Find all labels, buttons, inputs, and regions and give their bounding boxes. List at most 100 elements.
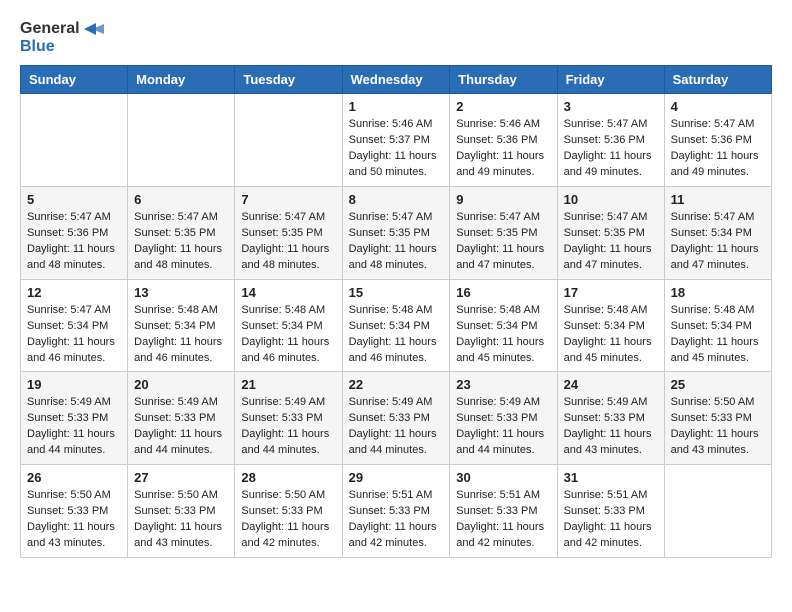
calendar-cell: 30 Sunrise: 5:51 AMSunset: 5:33 PMDayligh… bbox=[450, 465, 557, 558]
sunrise-text: Sunrise: 5:49 AM bbox=[349, 395, 444, 411]
sunrise-text: Sunrise: 5:50 AM bbox=[134, 488, 228, 504]
calendar-cell: 28Sunrise: 5:50 AMSunset: 5:33 PMDayligh… bbox=[235, 465, 342, 558]
day-number: 26 bbox=[27, 470, 121, 485]
daylight-text: Daylight: 11 hours and 44 minutes. bbox=[456, 427, 550, 459]
calendar-cell bbox=[235, 94, 342, 187]
cell-content: Sunrise: 5:48 AMSunset: 5:34 PMDaylight:… bbox=[134, 303, 228, 367]
calendar-week-row: 5Sunrise: 5:47 AMSunset: 5:36 PMDaylight… bbox=[21, 186, 772, 279]
sunset-text: Sunset: 5:33 PM bbox=[27, 411, 121, 427]
sunset-text: Sunset: 5:34 PM bbox=[27, 319, 121, 335]
sunset-text: Sunset: 5:34 PM bbox=[564, 319, 658, 335]
day-number: 8 bbox=[349, 192, 444, 207]
sunrise-text: Sunrise: 5:46 AM bbox=[456, 117, 550, 133]
daylight-text: Daylight: 11 hours and 48 minutes. bbox=[27, 242, 121, 274]
daylight-text: Daylight: 11 hours and 46 minutes. bbox=[241, 335, 335, 367]
cell-content: Sunrise: 5:48 AMSunset: 5:34 PMDaylight:… bbox=[564, 303, 658, 367]
sunrise-text: Sunrise: 5:50 AM bbox=[241, 488, 335, 504]
daylight-text: Daylight: 11 hours and 50 minutes. bbox=[349, 149, 444, 181]
calendar-cell bbox=[21, 94, 128, 187]
sunset-text: Sunset: 5:35 PM bbox=[456, 226, 550, 242]
day-number: 27 bbox=[134, 470, 228, 485]
sunset-text: Sunset: 5:34 PM bbox=[349, 319, 444, 335]
cell-content: Sunrise: 5:47 AMSunset: 5:36 PMDaylight:… bbox=[564, 117, 658, 181]
cell-content: Sunrise: 5:51 AMSunset: 5:33 PMDaylight:… bbox=[564, 488, 658, 552]
sunset-text: Sunset: 5:33 PM bbox=[456, 411, 550, 427]
cell-content: Sunrise: 5:49 AMSunset: 5:33 PMDaylight:… bbox=[564, 395, 658, 459]
day-number: 14 bbox=[241, 285, 335, 300]
daylight-text: Daylight: 11 hours and 49 minutes. bbox=[671, 149, 765, 181]
cell-content: Sunrise: 5:50 AMSunset: 5:33 PMDaylight:… bbox=[27, 488, 121, 552]
weekday-header-friday: Friday bbox=[557, 66, 664, 94]
page-header: General Blue bbox=[20, 20, 772, 55]
sunrise-text: Sunrise: 5:51 AM bbox=[564, 488, 658, 504]
cell-content: Sunrise: 5:49 AMSunset: 5:33 PMDaylight:… bbox=[349, 395, 444, 459]
sunset-text: Sunset: 5:33 PM bbox=[134, 504, 228, 520]
daylight-text: Daylight: 11 hours and 48 minutes. bbox=[349, 242, 444, 274]
sunset-text: Sunset: 5:36 PM bbox=[564, 133, 658, 149]
sunrise-text: Sunrise: 5:47 AM bbox=[564, 117, 658, 133]
day-number: 30 bbox=[456, 470, 550, 485]
calendar-week-row: 1Sunrise: 5:46 AMSunset: 5:37 PMDaylight… bbox=[21, 94, 772, 187]
calendar-cell: 15Sunrise: 5:48 AMSunset: 5:34 PMDayligh… bbox=[342, 279, 450, 372]
daylight-text: Daylight: 11 hours and 43 minutes. bbox=[134, 520, 228, 552]
weekday-header-monday: Monday bbox=[128, 66, 235, 94]
sunset-text: Sunset: 5:33 PM bbox=[564, 504, 658, 520]
daylight-text: Daylight: 11 hours and 43 minutes. bbox=[27, 520, 121, 552]
sunset-text: Sunset: 5:34 PM bbox=[134, 319, 228, 335]
sunrise-text: Sunrise: 5:47 AM bbox=[27, 303, 121, 319]
cell-content: Sunrise: 5:50 AMSunset: 5:33 PMDaylight:… bbox=[671, 395, 765, 459]
cell-content: Sunrise: 5:46 AMSunset: 5:36 PMDaylight:… bbox=[456, 117, 550, 181]
daylight-text: Daylight: 11 hours and 42 minutes. bbox=[456, 520, 550, 552]
cell-content: Sunrise: 5:48 AMSunset: 5:34 PMDaylight:… bbox=[241, 303, 335, 367]
sunset-text: Sunset: 5:35 PM bbox=[241, 226, 335, 242]
sunrise-text: Sunrise: 5:49 AM bbox=[456, 395, 550, 411]
calendar-week-row: 26Sunrise: 5:50 AMSunset: 5:33 PMDayligh… bbox=[21, 465, 772, 558]
calendar-cell: 26 Sunrise: 5:50 AMSunset: 5:33 PMDayligh… bbox=[21, 465, 128, 558]
sunrise-text: Sunrise: 5:47 AM bbox=[671, 210, 765, 226]
daylight-text: Daylight: 11 hours and 48 minutes. bbox=[241, 242, 335, 274]
cell-content: Sunrise: 5:49 AMSunset: 5:33 PMDaylight:… bbox=[241, 395, 335, 459]
calendar-cell: 27 Sunrise: 5:50 AMSunset: 5:33 PMDayligh… bbox=[128, 465, 235, 558]
sunrise-text: Sunrise: 5:47 AM bbox=[241, 210, 335, 226]
sunset-text: Sunset: 5:34 PM bbox=[241, 319, 335, 335]
calendar-cell: 24Sunrise: 5:49 AMSunset: 5:33 PMDayligh… bbox=[557, 372, 664, 465]
calendar-cell: 19Sunrise: 5:49 AMSunset: 5:33 PMDayligh… bbox=[21, 372, 128, 465]
cell-content: Sunrise: 5:47 AMSunset: 5:35 PMDaylight:… bbox=[241, 210, 335, 274]
calendar-table: SundayMondayTuesdayWednesdayThursdayFrid… bbox=[20, 65, 772, 558]
sunrise-text: Sunrise: 5:49 AM bbox=[564, 395, 658, 411]
sunset-text: Sunset: 5:37 PM bbox=[349, 133, 444, 149]
daylight-text: Daylight: 11 hours and 44 minutes. bbox=[241, 427, 335, 459]
day-number: 20 bbox=[134, 377, 228, 392]
daylight-text: Daylight: 11 hours and 44 minutes. bbox=[27, 427, 121, 459]
sunrise-text: Sunrise: 5:47 AM bbox=[456, 210, 550, 226]
calendar-cell: 5Sunrise: 5:47 AMSunset: 5:36 PMDaylight… bbox=[21, 186, 128, 279]
calendar-cell: 25Sunrise: 5:50 AMSunset: 5:33 PMDayligh… bbox=[664, 372, 771, 465]
sunrise-text: Sunrise: 5:50 AM bbox=[671, 395, 765, 411]
cell-content: Sunrise: 5:51 AMSunset: 5:33 PMDaylight:… bbox=[456, 488, 550, 552]
daylight-text: Daylight: 11 hours and 45 minutes. bbox=[456, 335, 550, 367]
day-number: 16 bbox=[456, 285, 550, 300]
sunset-text: Sunset: 5:33 PM bbox=[456, 504, 550, 520]
cell-content: Sunrise: 5:50 AMSunset: 5:33 PMDaylight:… bbox=[134, 488, 228, 552]
sunset-text: Sunset: 5:33 PM bbox=[241, 411, 335, 427]
sunset-text: Sunset: 5:35 PM bbox=[564, 226, 658, 242]
day-number: 22 bbox=[349, 377, 444, 392]
calendar-cell: 13Sunrise: 5:48 AMSunset: 5:34 PMDayligh… bbox=[128, 279, 235, 372]
cell-content: Sunrise: 5:51 AMSunset: 5:33 PMDaylight:… bbox=[349, 488, 444, 552]
sunrise-text: Sunrise: 5:48 AM bbox=[456, 303, 550, 319]
sunset-text: Sunset: 5:34 PM bbox=[456, 319, 550, 335]
cell-content: Sunrise: 5:50 AMSunset: 5:33 PMDaylight:… bbox=[241, 488, 335, 552]
day-number: 29 bbox=[349, 470, 444, 485]
day-number: 15 bbox=[349, 285, 444, 300]
sunrise-text: Sunrise: 5:47 AM bbox=[671, 117, 765, 133]
cell-content: Sunrise: 5:47 AMSunset: 5:35 PMDaylight:… bbox=[349, 210, 444, 274]
daylight-text: Daylight: 11 hours and 47 minutes. bbox=[456, 242, 550, 274]
calendar-cell: 23Sunrise: 5:49 AMSunset: 5:33 PMDayligh… bbox=[450, 372, 557, 465]
day-number: 10 bbox=[564, 192, 658, 207]
sunrise-text: Sunrise: 5:49 AM bbox=[241, 395, 335, 411]
day-number: 12 bbox=[27, 285, 121, 300]
calendar-header-row: SundayMondayTuesdayWednesdayThursdayFrid… bbox=[21, 66, 772, 94]
calendar-cell: 12Sunrise: 5:47 AMSunset: 5:34 PMDayligh… bbox=[21, 279, 128, 372]
calendar-cell bbox=[128, 94, 235, 187]
sunrise-text: Sunrise: 5:49 AM bbox=[27, 395, 121, 411]
